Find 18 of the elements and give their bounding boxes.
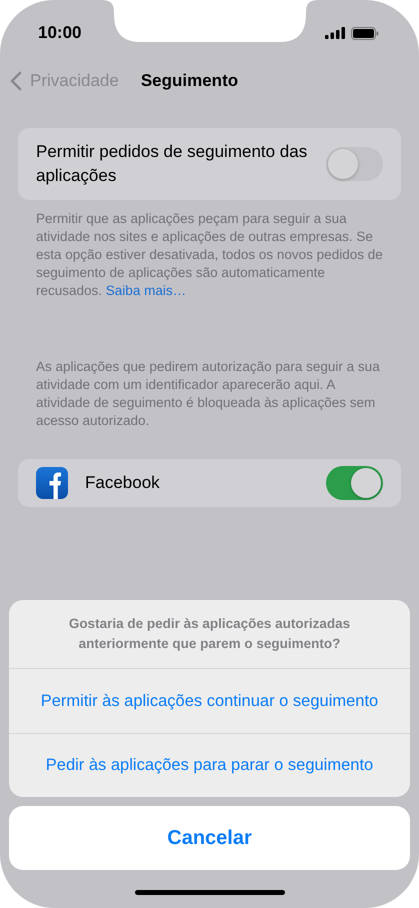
footer-text: Permitir que as aplicações peçam para seguir a sua atividade nos sites e aplicações de outras empresas. Se esta opção estiver desativada, todos os novos pedidos de seguimento de aplicações são automaticamente recusados. Saiba mais… <box>36 210 384 300</box>
cancel-button[interactable]: Cancelar <box>9 806 410 870</box>
page-title: Seguimento <box>140 71 238 91</box>
sheet-action[interactable]: Pedir às aplicações para parar o seguimento <box>9 733 410 797</box>
setting-label: Permitir pedidos de seguimento das aplicações <box>36 141 308 187</box>
toggle-switch[interactable] <box>326 466 383 500</box>
sheet-message: Gostaria de pedir às aplicações autorizadas anteriormente que parem o seguimento? <box>9 600 410 669</box>
battery-icon <box>351 26 379 40</box>
app-icon <box>36 467 68 499</box>
back-button[interactable]: Privacidade <box>10 71 119 91</box>
description-text: As aplicações que pedirem autorização para seguir a sua atividade com um identificador aparecerão aqui. A atividade de seguimento é bloqueada às aplicações sem acesso autorizado. <box>36 358 381 430</box>
chevron-left-icon <box>10 71 22 91</box>
status-time: 10:00 <box>38 23 82 43</box>
sheet-action[interactable]: Permitir às aplicações continuar o seguimento <box>9 669 410 733</box>
signal-icon <box>325 27 345 39</box>
app-name: Facebook <box>85 473 161 493</box>
learn-more-link[interactable]: Saiba mais… <box>106 283 186 298</box>
toggle-switch[interactable] <box>326 147 383 181</box>
